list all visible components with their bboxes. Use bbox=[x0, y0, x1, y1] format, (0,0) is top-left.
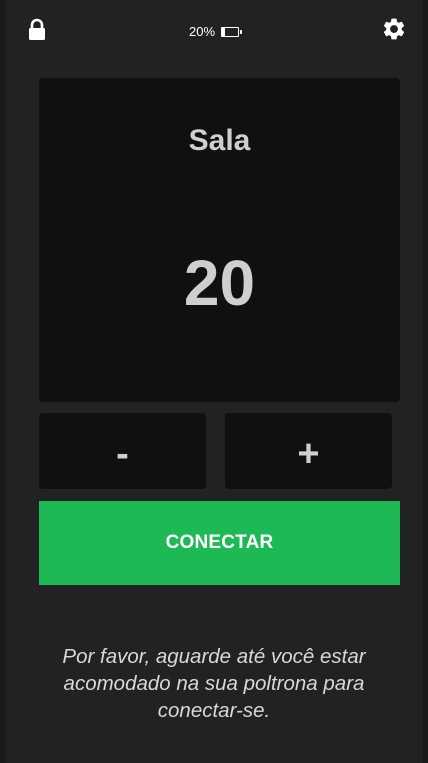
battery-status: 20% bbox=[5, 24, 423, 39]
battery-icon bbox=[221, 26, 243, 37]
waiting-message: Por favor, aguarde até você estar acomod… bbox=[62, 645, 366, 722]
room-label: Sala bbox=[188, 124, 251, 157]
room-card: Sala 20 bbox=[39, 78, 400, 402]
battery-percentage: 20% bbox=[188, 24, 216, 39]
app-screen: 20% Sala 20 - + CONECTAR Por favor, agua… bbox=[0, 0, 428, 763]
connect-button[interactable]: CONECTAR bbox=[39, 501, 400, 585]
increment-button[interactable]: + bbox=[225, 413, 392, 489]
status-bar: 20% bbox=[5, 0, 423, 62]
battery-level-fill bbox=[222, 27, 226, 36]
gear-icon[interactable] bbox=[381, 16, 407, 42]
decrement-button[interactable]: - bbox=[39, 413, 206, 489]
room-number: 20 bbox=[183, 247, 256, 319]
